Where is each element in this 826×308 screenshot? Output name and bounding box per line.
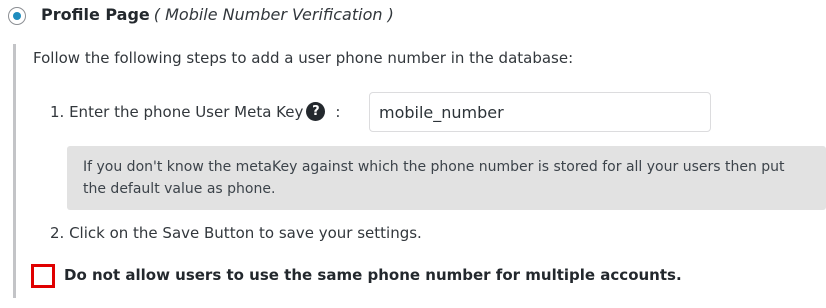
profile-page-settings: Profile Page( Mobile Number Verification… <box>0 0 826 308</box>
section-left-rule <box>13 44 16 298</box>
step-1: 1. Enter the phone User Meta Key ? : <box>50 102 340 121</box>
step-1-label: 1. Enter the phone User Meta Key <box>50 102 304 121</box>
step-1-colon: : <box>335 102 341 121</box>
profile-page-radio[interactable] <box>8 7 26 25</box>
step-2-label: 2. Click on the Save Button to save your… <box>50 224 422 242</box>
instructions-intro: Follow the following steps to add a user… <box>33 49 574 67</box>
question-circle-icon[interactable]: ? <box>306 102 326 121</box>
section-title-text: Profile Page <box>41 5 150 24</box>
unique-phone-checkbox[interactable] <box>31 264 55 288</box>
section-title: Profile Page( Mobile Number Verification… <box>41 5 394 24</box>
meta-key-note: If you don't know the metaKey against wh… <box>67 146 826 210</box>
phone-meta-key-input[interactable] <box>369 92 711 132</box>
unique-phone-label[interactable]: Do not allow users to use the same phone… <box>64 266 682 284</box>
radio-selected-dot <box>13 12 21 20</box>
section-subtitle: ( Mobile Number Verification ) <box>153 5 394 24</box>
